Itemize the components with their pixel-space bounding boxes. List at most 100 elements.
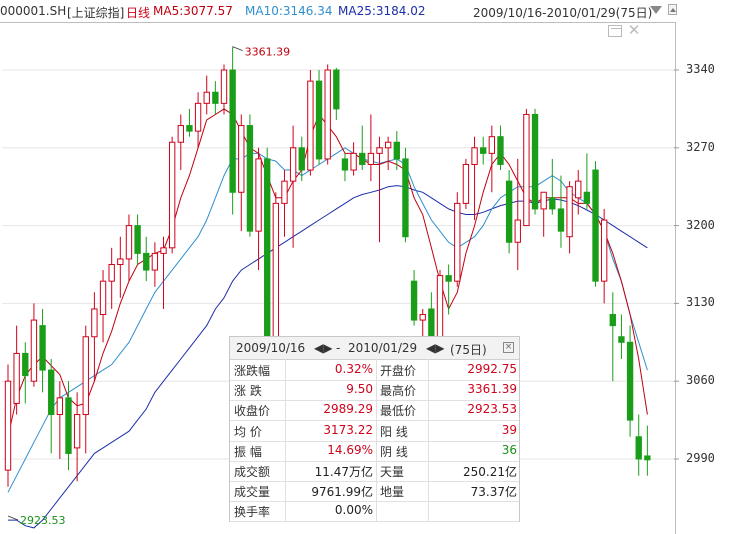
stat-value: 2923.53 bbox=[467, 402, 517, 417]
candle bbox=[264, 147, 271, 359]
stat-value: 3173.22 bbox=[323, 422, 373, 437]
candle bbox=[324, 64, 331, 165]
candle-body bbox=[22, 352, 29, 377]
candle bbox=[410, 270, 418, 326]
candle-body bbox=[324, 69, 331, 160]
candle bbox=[523, 108, 530, 227]
candle bbox=[540, 191, 547, 237]
candle-body bbox=[125, 225, 133, 260]
low-label: 2923.53 bbox=[20, 514, 66, 527]
stat-value: 0.00% bbox=[334, 503, 373, 518]
prev-next-arrows-icon[interactable]: ◀▶ bbox=[314, 341, 332, 355]
candle-body bbox=[592, 169, 599, 282]
candle bbox=[566, 181, 573, 254]
candle bbox=[4, 364, 12, 487]
divider bbox=[285, 359, 286, 521]
y-tick-label: 2990 bbox=[686, 451, 715, 465]
high-pointer bbox=[232, 46, 243, 52]
stat-value: 250.21亿 bbox=[463, 465, 517, 479]
range-days: (75日) bbox=[450, 343, 487, 357]
candle-body bbox=[505, 180, 513, 243]
candle bbox=[350, 142, 357, 176]
interval-stats-panel: 2009/10/16 ◀▶ - 2010/01/29 ◀▶ (75日) × 涨跌… bbox=[229, 336, 520, 523]
stat-value: 0.32% bbox=[334, 362, 373, 376]
candle-body bbox=[229, 69, 236, 193]
candle bbox=[143, 236, 150, 282]
candle-body bbox=[203, 91, 210, 104]
stat-value: 2989.29 bbox=[323, 402, 373, 417]
candle-body bbox=[99, 280, 107, 316]
stat-value: 9.50 bbox=[346, 382, 373, 397]
candle-body bbox=[445, 275, 452, 282]
stats-row: 成交量 9761.99亿 地量 73.37亿 bbox=[230, 480, 519, 503]
candle bbox=[65, 381, 72, 471]
candle-body bbox=[350, 152, 357, 171]
candle-body bbox=[315, 80, 323, 160]
candle bbox=[618, 314, 625, 359]
divider bbox=[428, 359, 429, 521]
candle-body bbox=[255, 158, 262, 232]
stat-label: 均 价 bbox=[234, 424, 262, 439]
stat-label: 成交量 bbox=[234, 485, 271, 500]
candle bbox=[454, 192, 461, 287]
candle bbox=[117, 236, 124, 298]
stat-label: 最高价 bbox=[380, 384, 417, 399]
candle-body bbox=[333, 69, 340, 110]
candle-body bbox=[618, 336, 625, 343]
candle-body bbox=[151, 252, 159, 271]
restore-icon[interactable] bbox=[608, 25, 622, 37]
stat-label: 换手率 bbox=[234, 505, 271, 520]
y-tick-label: 3200 bbox=[686, 217, 715, 232]
range-sep: - bbox=[336, 341, 341, 355]
candle-body bbox=[462, 163, 470, 204]
candle-body bbox=[531, 113, 539, 210]
candle-body bbox=[289, 147, 297, 182]
candle bbox=[497, 125, 504, 171]
panel-header: 2009/10/16 ◀▶ - 2010/01/29 ◀▶ (75日) × bbox=[230, 337, 519, 360]
candle-body bbox=[600, 219, 608, 282]
stats-row: 收盘价 2989.29 最低价 2923.53 bbox=[230, 399, 519, 422]
stats-row: 涨 跌 9.50 最高价 3361.39 bbox=[230, 379, 519, 402]
candle bbox=[212, 81, 219, 115]
candle bbox=[307, 70, 314, 176]
stat-label: 阳 线 bbox=[380, 424, 408, 439]
stat-label: 开盘价 bbox=[380, 364, 417, 378]
candle bbox=[229, 46, 236, 215]
candle-body bbox=[160, 247, 167, 254]
candle bbox=[30, 303, 38, 387]
candle bbox=[445, 264, 452, 315]
candle-body bbox=[13, 352, 20, 404]
prev-next-arrows-icon[interactable]: ◀▶ bbox=[426, 341, 444, 355]
candle bbox=[255, 147, 262, 271]
candle bbox=[635, 414, 642, 476]
candle-body bbox=[168, 141, 176, 249]
candle-body bbox=[471, 147, 478, 165]
stats-row: 均 价 3173.22 阳 线 39 bbox=[230, 420, 519, 442]
stat-label: 振 幅 bbox=[234, 444, 262, 459]
candle-body bbox=[626, 341, 634, 421]
candle-body bbox=[39, 325, 46, 371]
candle-body bbox=[376, 147, 383, 154]
candle-body bbox=[272, 202, 280, 338]
candle-body bbox=[117, 258, 124, 266]
candle-body bbox=[194, 102, 202, 132]
candle bbox=[13, 325, 20, 415]
candle bbox=[480, 136, 487, 165]
candle-body bbox=[393, 141, 400, 160]
y-tick-label: 3340 bbox=[686, 62, 715, 76]
candle bbox=[609, 292, 616, 382]
stat-value: 73.37亿 bbox=[470, 485, 517, 500]
candle-body bbox=[583, 191, 591, 204]
stat-label: 涨跌幅 bbox=[234, 364, 271, 378]
stat-value: 2992.75 bbox=[467, 362, 517, 376]
candle-body bbox=[264, 158, 271, 338]
candle bbox=[108, 247, 115, 309]
high-label: 3361.39 bbox=[245, 46, 291, 59]
candle bbox=[82, 325, 89, 454]
candle-body bbox=[177, 125, 184, 143]
divider bbox=[376, 359, 377, 521]
candle bbox=[600, 208, 608, 304]
candle bbox=[462, 158, 470, 209]
close-icon[interactable]: × bbox=[503, 342, 514, 353]
close-icon[interactable]: ✕ bbox=[626, 22, 642, 38]
